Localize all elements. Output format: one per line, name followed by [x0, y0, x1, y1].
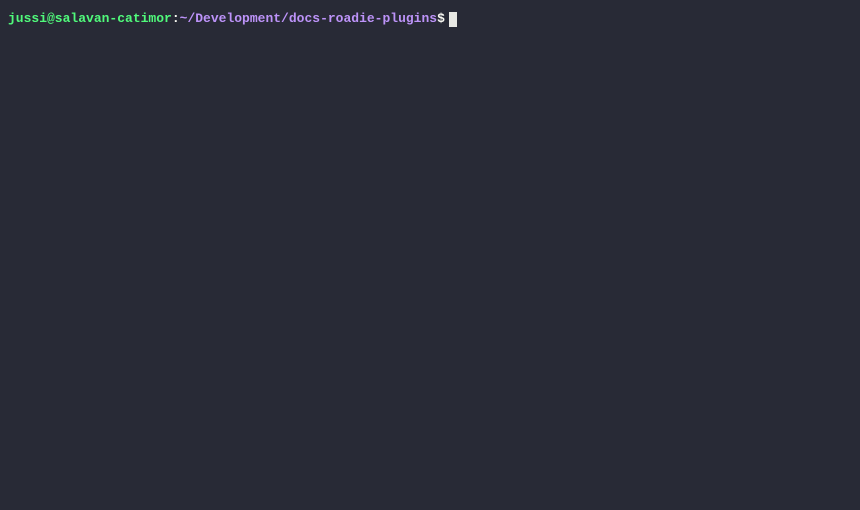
terminal-window[interactable]: jussi@salavan-catimor:~/Development/docs… [0, 0, 860, 510]
prompt-line: jussi@salavan-catimor:~/Development/docs… [8, 11, 852, 28]
current-path: ~/Development/docs-roadie-plugins [180, 11, 437, 28]
user-host: jussi@salavan-catimor [8, 11, 172, 28]
command-input-area[interactable] [449, 12, 457, 27]
prompt-colon: : [172, 11, 180, 28]
prompt-symbol: $ [437, 11, 445, 28]
cursor-icon [449, 12, 457, 27]
